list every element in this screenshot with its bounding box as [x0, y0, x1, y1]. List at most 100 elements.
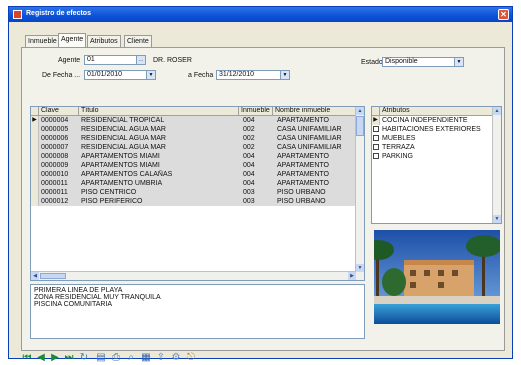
attribute-checkbox[interactable]	[373, 135, 379, 141]
exit-icon[interactable]: ⎋	[185, 352, 197, 364]
agente-field[interactable]: 01 …	[84, 55, 146, 65]
export-icon[interactable]: ⇪	[155, 352, 167, 364]
table-row[interactable]: 0000010 APARTAMENTOS CALAÑAS 004 APARTAM…	[31, 170, 357, 179]
print-preview-icon[interactable]: ▤	[95, 352, 107, 364]
list-item[interactable]: MUEBLES	[372, 134, 495, 143]
chevron-down-icon[interactable]: ▼	[454, 58, 463, 66]
scroll-up-icon[interactable]: ▲	[356, 107, 364, 115]
scroll-up-icon[interactable]: ▲	[493, 107, 501, 115]
scroll-right-icon[interactable]: ▶	[348, 272, 356, 280]
cell-clave: 0000012	[41, 198, 69, 205]
column-header-nombre[interactable]: Nombre inmueble	[273, 107, 357, 116]
row-indicator	[31, 143, 39, 152]
cell-clave: 0000011	[41, 180, 68, 187]
scroll-down-icon[interactable]: ▼	[356, 264, 364, 272]
list-item[interactable]: PARKING	[372, 152, 495, 161]
table-row[interactable]: 0000006 RESIDENCIAL AGUA MAR 002 CASA UN…	[31, 134, 357, 143]
records-table: Clave Título Inmueble Nombre inmueble ▶ …	[30, 106, 365, 281]
cell-titulo: APARTAMENTOS MIAMI	[81, 153, 160, 160]
table-row[interactable]: 0000005 RESIDENCIAL AGUA MAR 002 CASA UN…	[31, 125, 357, 134]
property-photo-image	[374, 230, 500, 324]
table-row[interactable]: 0000009 APARTAMENTOS MIAMI 004 APARTAMEN…	[31, 161, 357, 170]
attribute-label: PARKING	[382, 153, 413, 160]
cell-clave: 0000005	[41, 126, 69, 133]
table-row[interactable]: 0000008 APARTAMENTOS MIAMI 004 APARTAMEN…	[31, 152, 357, 161]
tab-agente[interactable]: Agente	[58, 33, 87, 47]
notes-line: PRIMERA LINEA DE PLAYA	[34, 287, 123, 294]
cell-inmueble: 002	[243, 135, 255, 142]
scroll-thumb[interactable]	[40, 273, 66, 279]
row-indicator	[31, 125, 39, 134]
column-header-atributos[interactable]: Atributos	[380, 107, 495, 116]
chevron-down-icon[interactable]: ▼	[146, 71, 155, 79]
print-icon[interactable]: ⎙	[110, 352, 122, 364]
cell-clave: 0000008	[41, 153, 69, 160]
column-header-clave[interactable]: Clave	[39, 107, 79, 116]
next-record-icon[interactable]: ▶	[49, 352, 61, 364]
prev-record-icon[interactable]: ◀	[35, 352, 47, 364]
cell-clave: 0000006	[41, 135, 69, 142]
table-row[interactable]: 0000012 PISO PERIFERICO 003 PISO URBANO	[31, 197, 357, 206]
scroll-thumb[interactable]	[356, 116, 364, 136]
notes-textarea[interactable]: PRIMERA LINEA DE PLAYA ZONA RESIDENCIAL …	[30, 284, 365, 339]
close-button[interactable]: ✕	[498, 9, 509, 20]
cell-nombre: APARTAMENTO	[277, 162, 329, 169]
tab-atributos[interactable]: Atributos	[87, 35, 121, 47]
cell-clave: 0000007	[41, 144, 69, 151]
cell-inmueble: 004	[243, 171, 255, 178]
attributes-vertical-scrollbar[interactable]: ▲ ▼	[492, 107, 501, 223]
desde-date-field[interactable]: 01/01/2010 ▼	[84, 70, 156, 80]
row-indicator	[31, 134, 39, 143]
estado-select[interactable]: Disponible ▼	[382, 57, 464, 67]
list-item[interactable]: TERRAZA	[372, 143, 495, 152]
search-icon[interactable]: ⌕	[125, 352, 137, 364]
cell-titulo: RESIDENCIAL AGUA MAR	[81, 126, 166, 133]
chevron-down-icon[interactable]: ▼	[280, 71, 289, 79]
refresh-icon[interactable]: ↻	[78, 352, 90, 364]
table-row[interactable]: 0000007 RESIDENCIAL AGUA MAR 002 CASA UN…	[31, 143, 357, 152]
column-header-inmueble[interactable]: Inmueble	[239, 107, 273, 116]
hasta-date-field[interactable]: 31/12/2010 ▼	[216, 70, 290, 80]
attribute-checkbox[interactable]	[373, 144, 379, 150]
title-bar: Registro de efectos ✕	[9, 7, 512, 22]
records-horizontal-scrollbar[interactable]: ◀ ▶	[31, 271, 356, 280]
cell-inmueble: 004	[243, 162, 255, 169]
first-record-icon[interactable]: ⏮	[21, 352, 33, 364]
tab-panel: Agente 01 … DR. ROSER Estado Disponible …	[21, 47, 505, 351]
records-vertical-scrollbar[interactable]: ▲ ▼	[355, 107, 364, 280]
tab-cliente[interactable]: Cliente	[124, 35, 152, 47]
attribute-checkbox[interactable]	[373, 153, 379, 159]
row-indicator	[31, 152, 39, 161]
settings-icon[interactable]: ⚙	[170, 352, 182, 364]
cell-nombre: APARTAMENTO	[277, 117, 329, 124]
scroll-down-icon[interactable]: ▼	[493, 215, 501, 223]
cell-nombre: APARTAMENTO	[277, 180, 329, 187]
attribute-label: TERRAZA	[382, 144, 415, 151]
tab-inmueble[interactable]: Inmueble	[25, 35, 60, 47]
cell-nombre: APARTAMENTO	[277, 171, 329, 178]
column-header-titulo[interactable]: Título	[79, 107, 239, 116]
row-indicator	[31, 179, 39, 188]
list-item[interactable]: HABITACIONES EXTERIORES	[372, 125, 495, 134]
cell-inmueble: 002	[243, 126, 255, 133]
cell-nombre: PISO URBANO	[277, 189, 326, 196]
table-row[interactable]: 0000011 APARTAMENTO UMBRIA 004 APARTAMEN…	[31, 179, 357, 188]
cell-nombre: PISO URBANO	[277, 198, 326, 205]
scroll-left-icon[interactable]: ◀	[31, 272, 39, 280]
lookup-button[interactable]: …	[136, 56, 145, 64]
table-row[interactable]: ▶ 0000004 RESIDENCIAL TROPICAL 004 APART…	[31, 116, 357, 125]
window-title: Registro de efectos	[26, 10, 91, 17]
cell-titulo: RESIDENCIAL TROPICAL	[81, 117, 165, 124]
last-record-icon[interactable]: ⏭	[63, 352, 75, 364]
list-item[interactable]: ▶ COCINA INDEPENDIENTE	[372, 116, 495, 125]
estado-value: Disponible	[385, 58, 418, 65]
attribute-label: HABITACIONES EXTERIORES	[382, 126, 481, 133]
table-row[interactable]: 0000011 PISO CENTRICO 003 PISO URBANO	[31, 188, 357, 197]
cell-titulo: PISO PERIFERICO	[81, 198, 143, 205]
attribute-checkbox[interactable]	[373, 126, 379, 132]
attribute-label: COCINA INDEPENDIENTE	[382, 117, 468, 124]
app-icon	[13, 10, 22, 19]
agente-name: DR. ROSER	[153, 57, 192, 64]
chart-icon[interactable]: ▦	[140, 352, 152, 364]
cell-clave: 0000010	[41, 171, 69, 178]
